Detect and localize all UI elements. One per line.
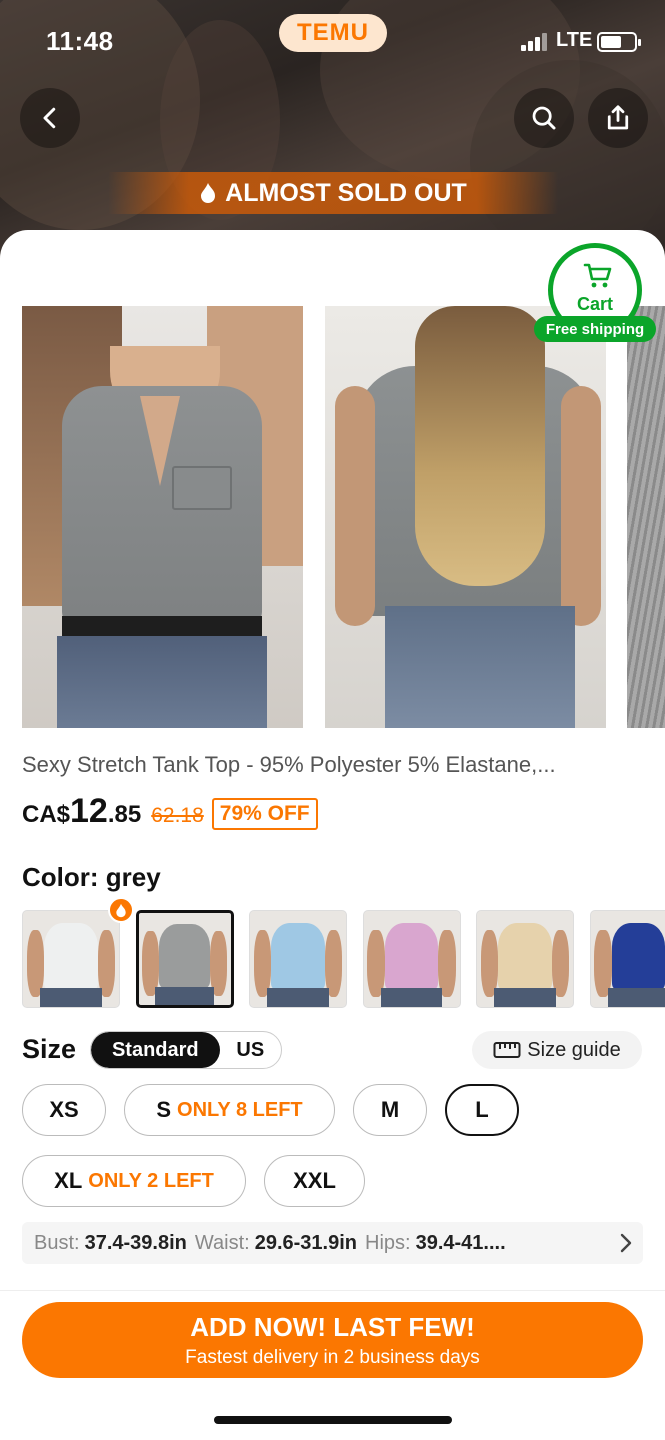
search-button[interactable] xyxy=(514,88,574,148)
product-title[interactable]: Sexy Stretch Tank Top - 95% Polyester 5%… xyxy=(22,752,642,778)
status-bar: 11:48 TEMU LTE xyxy=(0,0,665,80)
size-option-s[interactable]: S ONLY 8 LEFT xyxy=(124,1084,335,1136)
home-indicator[interactable] xyxy=(214,1416,452,1424)
chevron-left-icon xyxy=(43,107,56,129)
status-time: 11:48 xyxy=(46,26,114,56)
share-icon xyxy=(607,105,629,130)
price-main: 12 xyxy=(70,792,108,830)
divider xyxy=(0,1290,665,1291)
cta-subtitle: Fastest delivery in 2 business days xyxy=(185,1347,480,1368)
network-label: LTE xyxy=(556,29,593,51)
size-option-label: S xyxy=(156,1097,172,1122)
swatch-top xyxy=(271,922,325,990)
free-shipping-badge: Free shipping xyxy=(534,316,656,342)
color-swatch-navy[interactable] xyxy=(589,910,665,1008)
size-measurements-row[interactable]: Bust: 37.4-39.8in Waist: 29.6-31.9in Hip… xyxy=(22,1222,643,1264)
ruler-icon xyxy=(493,1042,521,1058)
cta-title: ADD NOW! LAST FEW! xyxy=(190,1312,475,1342)
waist-value: 29.6-31.9in xyxy=(254,1231,357,1254)
flame-icon xyxy=(201,183,216,203)
size-system-us[interactable]: US xyxy=(220,1032,281,1068)
size-system-toggle[interactable]: Standard US xyxy=(90,1031,282,1069)
size-option-l[interactable]: L xyxy=(445,1084,519,1136)
low-stock-note: ONLY 8 LEFT xyxy=(177,1098,303,1121)
search-icon xyxy=(532,106,556,130)
swatch-top xyxy=(158,924,211,989)
flame-icon xyxy=(116,903,126,917)
signal-icon xyxy=(521,33,549,51)
swatch-top xyxy=(498,922,552,990)
size-option-label: XL xyxy=(54,1168,83,1193)
size-option-label: M xyxy=(380,1097,400,1122)
hips-value: 39.4-41.... xyxy=(415,1231,506,1254)
share-button[interactable] xyxy=(588,88,648,148)
color-swatch-beige[interactable] xyxy=(476,910,574,1008)
color-swatch-grey[interactable] xyxy=(135,910,234,1008)
hips-key: Hips: xyxy=(365,1231,411,1254)
discount-badge: 79% OFF xyxy=(211,798,318,830)
almost-sold-out-banner: ALMOST SOLD OUT xyxy=(108,172,558,214)
size-system-standard[interactable]: Standard xyxy=(91,1032,220,1068)
cart-label: Cart xyxy=(576,294,613,314)
swatch-jeans xyxy=(380,987,443,1007)
original-price: 62.18 xyxy=(151,804,204,827)
swatch-top xyxy=(611,922,665,990)
size-guide-label: Size guide xyxy=(527,1038,621,1061)
product-image-detail[interactable] xyxy=(627,306,665,728)
app-badge[interactable]: TEMU xyxy=(279,14,387,52)
banner-text: ALMOST SOLD OUT xyxy=(225,178,467,207)
price-currency: CA$ xyxy=(22,801,71,828)
size-option-label: L xyxy=(475,1097,489,1122)
back-button[interactable] xyxy=(20,88,80,148)
size-label: Size xyxy=(22,1034,77,1064)
color-swatch-light-blue[interactable] xyxy=(249,910,347,1008)
size-guide-button[interactable]: Size guide xyxy=(472,1031,642,1069)
hot-badge xyxy=(108,897,134,923)
swatch-jeans xyxy=(607,987,665,1007)
low-stock-note: ONLY 2 LEFT xyxy=(88,1169,214,1192)
price-cents: .85 xyxy=(107,801,142,828)
swatch-jeans xyxy=(494,987,556,1007)
swatch-jeans xyxy=(155,986,214,1005)
swatch-top xyxy=(44,922,98,990)
size-option-m[interactable]: M xyxy=(353,1084,427,1136)
size-option-xxl[interactable]: XXL xyxy=(264,1155,365,1207)
size-option-xl[interactable]: XL ONLY 2 LEFT xyxy=(22,1155,246,1207)
size-option-label: XS xyxy=(49,1097,79,1122)
waist-key: Waist: xyxy=(194,1231,250,1254)
bust-value: 37.4-39.8in xyxy=(84,1231,187,1254)
color-label: Color: grey xyxy=(22,862,161,892)
color-swatch-pink[interactable] xyxy=(362,910,461,1008)
swatch-jeans xyxy=(40,987,102,1007)
color-swatch-white[interactable] xyxy=(22,910,120,1008)
add-to-cart-button[interactable]: ADD NOW! LAST FEW! Fastest delivery in 2… xyxy=(22,1302,643,1378)
product-image-back[interactable] xyxy=(325,306,606,728)
cart-icon xyxy=(583,263,612,288)
bust-key: Bust: xyxy=(34,1231,80,1254)
chevron-right-icon xyxy=(620,1233,632,1253)
swatch-top xyxy=(384,922,439,990)
swatch-jeans xyxy=(267,987,329,1007)
size-option-xs[interactable]: XS xyxy=(22,1084,106,1136)
price-row: CA$ 12 .85 62.18 79% OFF xyxy=(22,792,318,832)
product-image-front[interactable] xyxy=(22,306,303,728)
battery-icon xyxy=(597,32,641,52)
size-option-label: XXL xyxy=(293,1168,336,1193)
